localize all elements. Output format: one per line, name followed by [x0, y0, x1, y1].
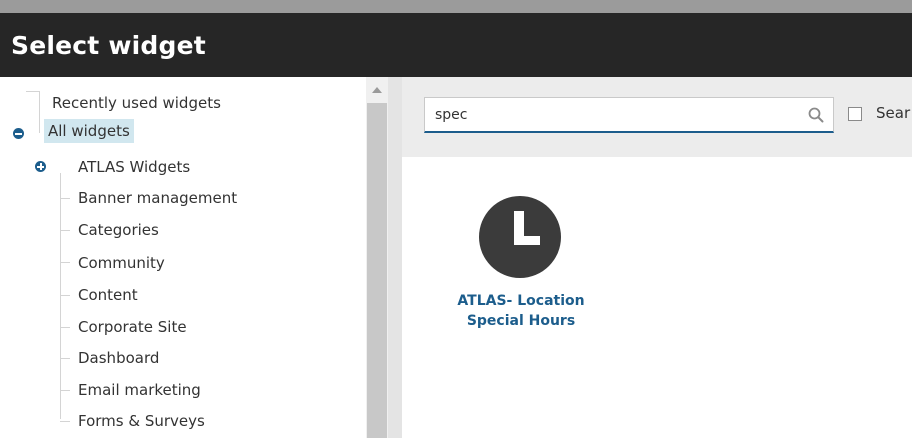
- tree-line: [60, 173, 61, 419]
- tree-line: [60, 390, 70, 391]
- tree-line: [60, 198, 70, 199]
- tree-item-label: Forms & Surveys: [78, 412, 205, 430]
- search-input[interactable]: [435, 104, 795, 126]
- tree-item-corporate-site[interactable]: Corporate Site: [78, 317, 187, 337]
- search-bar: Sear: [402, 77, 912, 157]
- widget-card-atlas-location-special-hours[interactable]: ATLAS- Location Special Hours: [432, 195, 585, 345]
- tree-line: [26, 91, 40, 92]
- widget-title-line2: Special Hours: [466, 313, 576, 329]
- dialog-header: Select widget: [0, 13, 912, 77]
- tree-line: [60, 262, 70, 263]
- tree-item-label: Categories: [78, 221, 159, 239]
- search-option-checkbox[interactable]: [848, 107, 862, 121]
- tree-line: [60, 327, 70, 328]
- clock-icon: [478, 195, 562, 279]
- tree-line: [60, 230, 70, 231]
- search-option-label: Sear: [876, 104, 911, 122]
- widget-category-tree: Recently used widgets All widgets ATLAS …: [0, 77, 366, 438]
- tree-item-content[interactable]: Content: [78, 285, 138, 305]
- tree-item-dashboard[interactable]: Dashboard: [78, 348, 159, 368]
- tree-item-email-marketing[interactable]: Email marketing: [78, 380, 201, 400]
- tree-line: [60, 421, 70, 422]
- tree-item-forms-surveys[interactable]: Forms & Surveys: [78, 411, 205, 431]
- tree-scrollbar[interactable]: [366, 77, 388, 438]
- scroll-thumb[interactable]: [367, 103, 387, 438]
- tree-item-label: Content: [78, 286, 138, 304]
- tree-item-label: Corporate Site: [78, 318, 187, 336]
- tree-item-label: Banner management: [78, 189, 238, 207]
- tree-item-community[interactable]: Community: [78, 253, 165, 273]
- tree-item-label: Dashboard: [78, 349, 160, 367]
- tree-item-label: All widgets: [48, 122, 130, 140]
- search-box: [424, 97, 834, 133]
- dialog-title: Select widget: [11, 30, 206, 60]
- tree-item-label: Email marketing: [78, 381, 201, 399]
- tree-line: [60, 295, 70, 296]
- tree-item-atlas-widgets[interactable]: ATLAS Widgets: [78, 157, 190, 177]
- tree-item-all-widgets[interactable]: All widgets: [44, 119, 134, 143]
- collapse-toggle-icon[interactable]: [13, 128, 24, 139]
- widget-title[interactable]: ATLAS- Location Special Hours: [432, 291, 610, 331]
- tree-item-label: ATLAS Widgets: [78, 158, 191, 176]
- widget-results: ATLAS- Location Special Hours: [402, 157, 912, 438]
- widget-title-line1: ATLAS- Location: [457, 293, 585, 309]
- tree-item-categories[interactable]: Categories: [78, 220, 159, 240]
- window-top-strip: [0, 0, 912, 13]
- tree-item-recently-used[interactable]: Recently used widgets: [52, 93, 221, 113]
- tree-line: [39, 91, 40, 133]
- scroll-up-arrow-icon[interactable]: [372, 87, 382, 93]
- tree-line: [60, 358, 70, 359]
- tree-item-label: Community: [78, 254, 165, 272]
- panel-divider: [388, 77, 402, 438]
- expand-toggle-icon[interactable]: [35, 161, 46, 172]
- search-icon[interactable]: [807, 106, 825, 124]
- tree-item-banner-management[interactable]: Banner management: [78, 188, 237, 208]
- tree-item-label: Recently used widgets: [52, 94, 221, 112]
